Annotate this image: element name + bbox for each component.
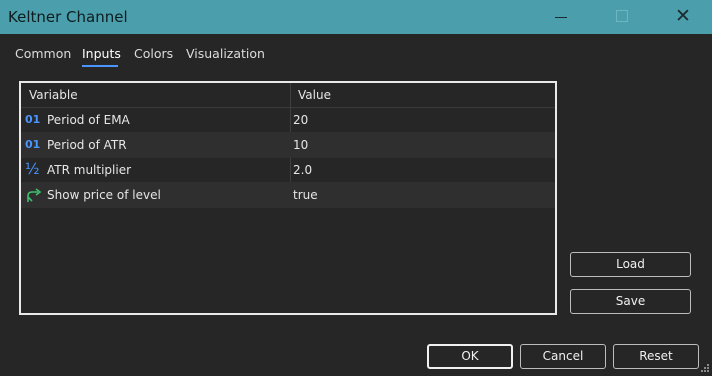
- table-row[interactable]: 01 Period of EMA 20: [21, 108, 555, 133]
- tab-visualization[interactable]: Visualization: [186, 46, 265, 61]
- variable-name: ATR multiplier: [47, 163, 132, 177]
- active-tab-indicator: [82, 65, 118, 67]
- table-row[interactable]: ½ ATR multiplier 2.0: [21, 158, 555, 183]
- tab-common[interactable]: Common: [15, 46, 71, 61]
- variable-value[interactable]: true: [293, 188, 318, 202]
- cancel-button[interactable]: Cancel: [520, 344, 606, 369]
- column-header-variable: Variable: [29, 88, 78, 102]
- ok-button[interactable]: OK: [427, 344, 513, 369]
- resize-grip-icon[interactable]: [700, 362, 710, 372]
- close-icon: ✕: [675, 5, 691, 27]
- load-button[interactable]: Load: [570, 252, 691, 277]
- variable-value[interactable]: 10: [293, 138, 308, 152]
- save-button[interactable]: Save: [570, 289, 691, 314]
- variable-name: Period of EMA: [47, 113, 130, 127]
- reset-button[interactable]: Reset: [613, 344, 699, 369]
- title-bar: Keltner Channel ✕: [0, 0, 712, 34]
- variable-name: Show price of level: [47, 188, 161, 202]
- column-header-value: Value: [298, 88, 331, 102]
- table-row[interactable]: Show price of level true: [21, 183, 555, 208]
- boolean-icon: [25, 188, 43, 202]
- variable-value[interactable]: 20: [293, 113, 308, 127]
- inputs-grid: Variable Value 01 Period of EMA 20 01 Pe…: [19, 81, 557, 315]
- grid-header: Variable Value: [21, 83, 555, 108]
- fraction-icon: ½: [25, 160, 40, 178]
- minimize-icon: [555, 17, 567, 18]
- variable-name: Period of ATR: [47, 138, 127, 152]
- maximize-icon: [616, 10, 628, 22]
- integer-icon: 01: [25, 138, 41, 151]
- tab-colors[interactable]: Colors: [134, 46, 173, 61]
- window-title: Keltner Channel: [8, 8, 128, 26]
- table-row[interactable]: 01 Period of ATR 10: [21, 133, 555, 158]
- variable-value[interactable]: 2.0: [293, 163, 312, 177]
- integer-icon: 01: [25, 113, 41, 126]
- tab-inputs[interactable]: Inputs: [82, 46, 121, 61]
